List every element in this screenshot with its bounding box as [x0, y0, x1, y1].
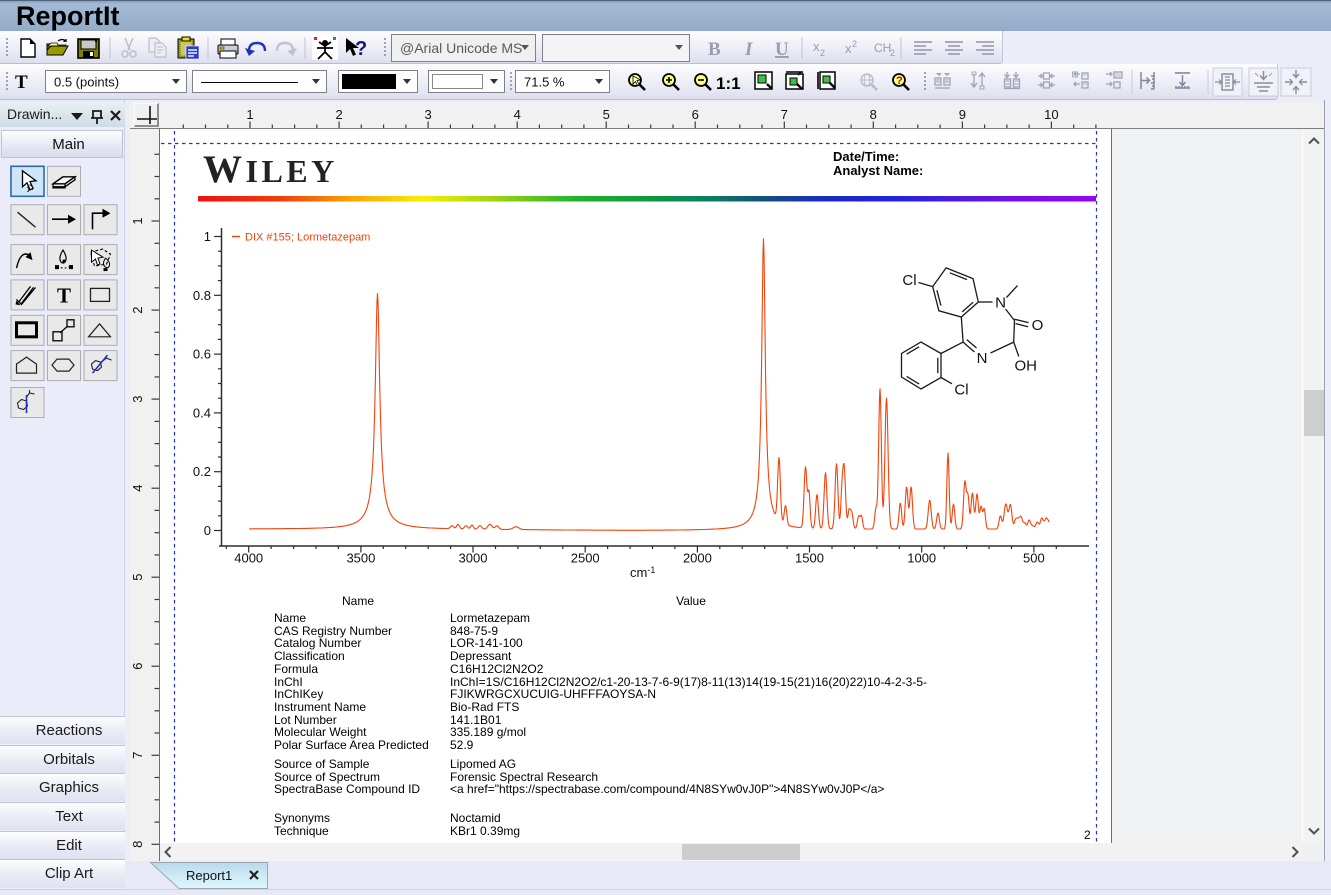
svg-text:8: 8: [870, 107, 877, 122]
svg-text:5: 5: [130, 574, 145, 581]
svg-text:B: B: [708, 39, 721, 60]
svg-text:1: 1: [130, 217, 145, 224]
svg-text:8: 8: [130, 841, 145, 848]
svg-text:CH: CH: [874, 41, 891, 55]
svg-text:OH: OH: [1015, 358, 1038, 375]
svg-text:?: ?: [896, 75, 903, 87]
svg-text:2000: 2000: [683, 551, 712, 566]
svg-text:3: 3: [130, 395, 145, 402]
svg-text:1:1: 1:1: [716, 74, 741, 93]
svg-text:1500: 1500: [795, 551, 824, 566]
svg-text:0.6: 0.6: [193, 347, 211, 362]
svg-text:1: 1: [246, 107, 253, 122]
svg-text:2: 2: [890, 48, 895, 58]
svg-text:0: 0: [204, 523, 211, 538]
svg-text:2: 2: [335, 107, 342, 122]
svg-text:7: 7: [781, 107, 788, 122]
svg-text:0.4: 0.4: [193, 405, 211, 420]
svg-text:3: 3: [424, 107, 431, 122]
svg-text:Report1: Report1: [186, 868, 232, 883]
svg-text:T: T: [15, 72, 28, 93]
svg-text:3500: 3500: [346, 551, 375, 566]
svg-text:N: N: [995, 295, 1006, 312]
svg-text:1: 1: [204, 229, 211, 244]
svg-text:x: x: [813, 39, 820, 54]
svg-text:10: 10: [1044, 107, 1058, 122]
svg-text:5: 5: [603, 107, 610, 122]
svg-text:2: 2: [852, 39, 857, 49]
svg-text:3000: 3000: [459, 551, 488, 566]
svg-text:2500: 2500: [571, 551, 600, 566]
svg-text:N: N: [977, 350, 988, 367]
svg-text:4000: 4000: [234, 551, 263, 566]
svg-text:2: 2: [130, 306, 145, 313]
svg-text:1000: 1000: [907, 551, 936, 566]
svg-text:4: 4: [130, 485, 145, 492]
svg-text:4: 4: [514, 107, 521, 122]
svg-text:2: 2: [820, 48, 825, 58]
svg-text:0.2: 0.2: [193, 464, 211, 479]
svg-text:7: 7: [130, 752, 145, 759]
svg-text:cm-1: cm-1: [630, 565, 655, 580]
svg-text:O: O: [1032, 317, 1044, 334]
svg-text:I: I: [744, 39, 753, 60]
svg-text:T: T: [57, 283, 71, 307]
svg-text:9: 9: [959, 107, 966, 122]
svg-text:?: ?: [355, 38, 367, 60]
svg-text:6: 6: [692, 107, 699, 122]
svg-text:Cl: Cl: [902, 272, 916, 289]
svg-text:DIX #155; Lormetazepam: DIX #155; Lormetazepam: [245, 232, 370, 244]
svg-text:x: x: [845, 41, 852, 56]
svg-text:6: 6: [130, 663, 145, 670]
svg-text:U: U: [775, 39, 789, 60]
svg-text:Cl: Cl: [954, 382, 968, 399]
svg-text:0.8: 0.8: [193, 288, 211, 303]
svg-text:500: 500: [1023, 551, 1045, 566]
